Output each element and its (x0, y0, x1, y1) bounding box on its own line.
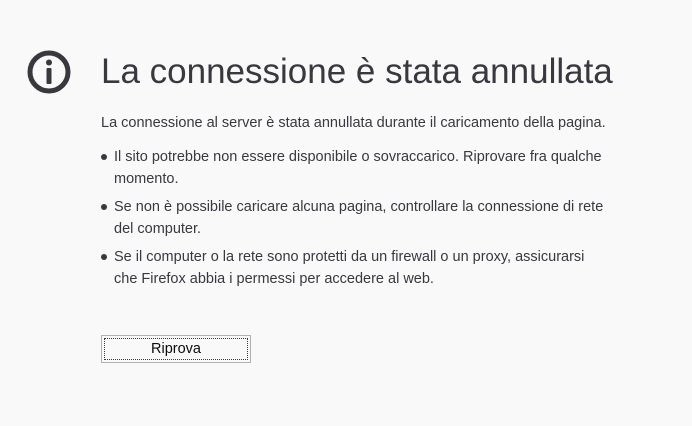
page-title: La connessione è stata annullata (101, 52, 613, 91)
bullet-icon (101, 154, 107, 160)
error-description: La connessione al server è stata annulla… (101, 115, 606, 131)
retry-label: Riprova (104, 338, 248, 360)
bullet-icon (101, 204, 107, 210)
tip-text: Se non è possibile caricare alcuna pagin… (114, 199, 604, 237)
tip-text: Se il computer o la rete sono protetti d… (114, 249, 585, 287)
bullet-icon (101, 254, 107, 260)
error-page: La connessione è stata annullata La conn… (0, 0, 692, 426)
info-icon (27, 50, 71, 94)
list-item: Se il computer o la rete sono protetti d… (101, 246, 611, 290)
error-content: La connessione al server è stata annulla… (101, 112, 611, 296)
list-item: Il sito potrebbe non essere disponibile … (101, 146, 611, 190)
tip-text: Il sito potrebbe non essere disponibile … (114, 149, 602, 187)
tips-list: Il sito potrebbe non essere disponibile … (101, 146, 611, 290)
list-item: Se non è possibile caricare alcuna pagin… (101, 196, 611, 240)
retry-button[interactable]: Riprova (101, 335, 251, 363)
